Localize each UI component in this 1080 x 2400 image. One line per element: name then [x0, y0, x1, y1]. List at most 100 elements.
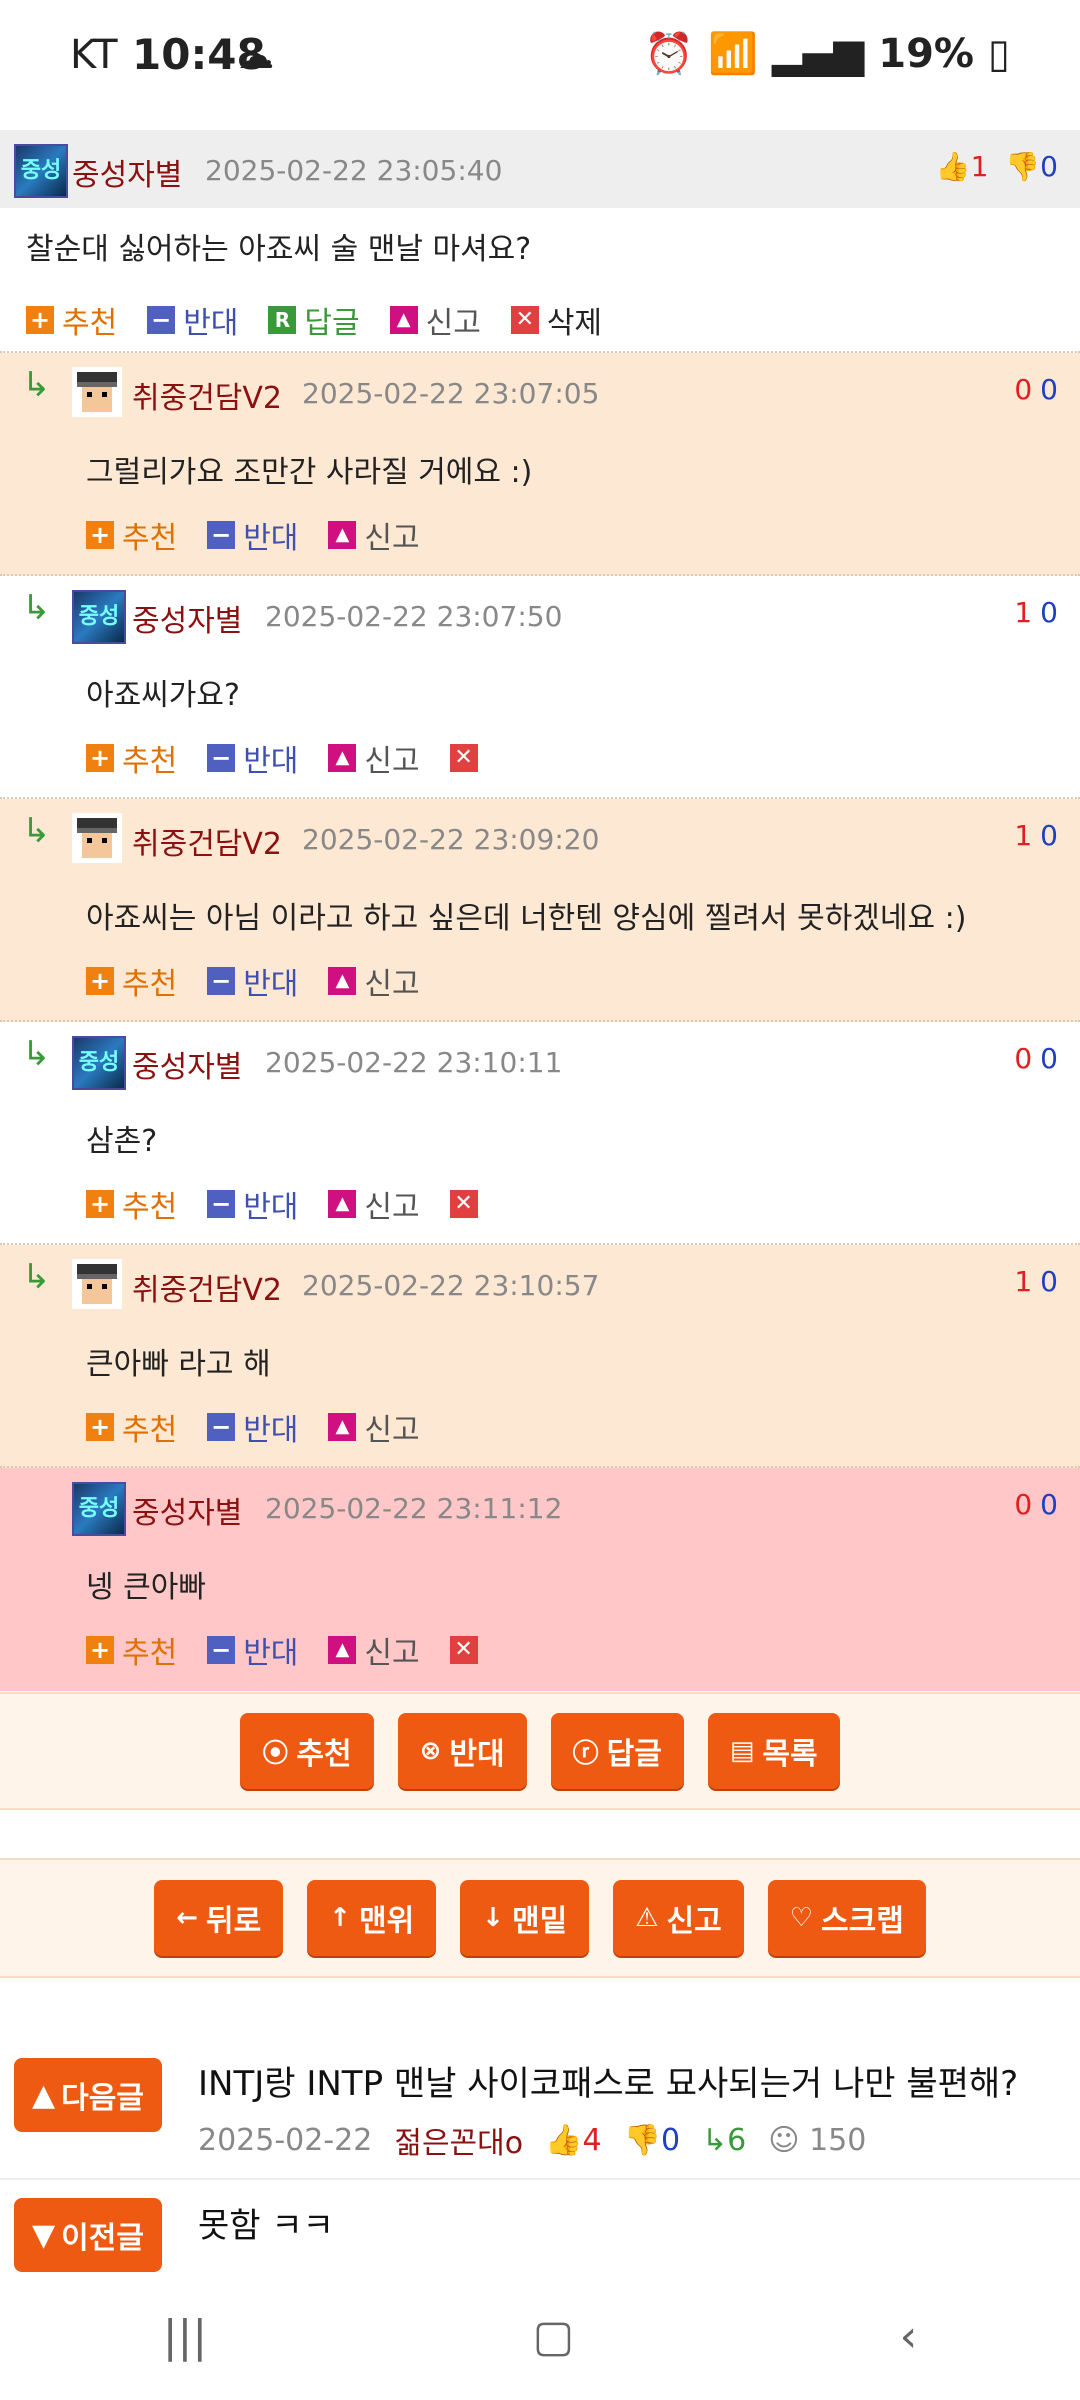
report-button[interactable]: ▲ 신고	[389, 298, 481, 342]
reply-item: ↳ 중성 중성자별 2025-02-22 23:10:11 00 삼촌? + 추천…	[0, 1022, 1080, 1245]
comment-body: 그럴리가요 조만간 사라질 거에요 :)	[86, 455, 533, 490]
reply-item-highlighted: 중성 중성자별 2025-02-22 23:11:12 00 넹 큰아빠 + 추천…	[0, 1468, 1080, 1691]
report-button[interactable]: ▲ 신고	[328, 1182, 420, 1226]
next-post-row[interactable]: ▲ 다음글 INTJ랑 INTP 맨날 사이코패스로 묘사되는거 나만 불편해? …	[0, 2028, 1080, 2180]
recommend-label: 추천	[122, 1190, 178, 1225]
oppose-button[interactable]: − 반대	[207, 1182, 298, 1226]
comment-author[interactable]: 중성자별	[72, 150, 182, 194]
post-oppose-button[interactable]: ⊗ 반대	[397, 1713, 527, 1789]
report-button[interactable]: ▲ 신고	[328, 1405, 420, 1449]
avatar[interactable]: 중성	[72, 1036, 126, 1090]
recommend-button[interactable]: + 추천	[86, 1182, 177, 1226]
comment-author[interactable]: 취중건담V2	[132, 1265, 282, 1309]
post-reply-button[interactable]: ⓡ 답글	[550, 1713, 684, 1789]
delete-x-icon: ✕	[510, 306, 539, 334]
target-icon: ⦿	[262, 1738, 289, 1769]
comment-author[interactable]: 중성자별	[132, 596, 242, 640]
comment-actions: + 추천 − 반대 ▲ 신고	[86, 1405, 450, 1449]
oppose-button[interactable]: − 반대	[207, 1628, 298, 1672]
back-button[interactable]: ← 뒤로	[154, 1880, 284, 1956]
next-post-button[interactable]: ▲ 다음글	[14, 2058, 162, 2132]
recommend-button[interactable]: + 추천	[86, 736, 177, 780]
comment-author[interactable]: 중성자별	[132, 1488, 242, 1532]
oppose-button[interactable]: − 반대	[207, 736, 298, 780]
next-post-down: 0	[660, 2122, 681, 2158]
recommend-button[interactable]: + 추천	[86, 959, 177, 1003]
list-icon: ▤	[729, 1736, 755, 1766]
next-post-label: 다음글	[61, 2081, 144, 2116]
scrap-button[interactable]: ♡ 스크랩	[767, 1880, 926, 1956]
reply-arrow-icon: ↳	[702, 2122, 728, 2158]
recents-icon[interactable]: |||	[163, 2311, 207, 2362]
top-button[interactable]: ↑ 맨위	[307, 1880, 437, 1956]
comment-date: 2025-02-22 23:07:05	[302, 377, 600, 410]
delete-button[interactable]: ✕	[449, 1636, 486, 1664]
avatar[interactable]	[72, 367, 122, 417]
avatar[interactable]	[72, 1259, 122, 1309]
recommend-button[interactable]: + 추천	[86, 1628, 177, 1672]
comment-actions: + 추천 − 반대 ▲ 신고 ✕	[86, 1628, 516, 1672]
post-list-label: 목록	[762, 1737, 818, 1772]
comment-author[interactable]: 취중건담V2	[132, 819, 282, 863]
next-post-author: 젊은꼰대o	[394, 2126, 524, 2161]
reply-r-icon: R	[268, 306, 297, 334]
oppose-button[interactable]: − 반대	[147, 298, 238, 342]
prev-post-title[interactable]: 못함 ㅋㅋ	[198, 2198, 334, 2247]
next-post-title[interactable]: INTJ랑 INTP 맨날 사이코패스로 묘사되는거 나만 불편해?	[198, 2056, 1018, 2105]
home-icon[interactable]: ▢	[533, 2311, 575, 2362]
downvote-count: 0	[1040, 819, 1058, 852]
siren-icon: ▲	[328, 744, 357, 772]
report-label: 신고	[364, 1413, 420, 1448]
warning-icon: ⚠	[635, 1903, 659, 1933]
post-action-bar: ⦿ 추천 ⊗ 반대 ⓡ 답글 ▤ 목록	[0, 1692, 1080, 1810]
triangle-up-icon: ▲	[32, 2077, 56, 2113]
delete-button[interactable]: ✕	[449, 744, 486, 772]
prev-post-label: 이전글	[61, 2221, 144, 2256]
report-button[interactable]: ▲ 신고	[328, 736, 420, 780]
reply-button[interactable]: R 답글	[268, 298, 360, 342]
oppose-button[interactable]: − 반대	[207, 513, 298, 557]
report-button[interactable]: ▲ 신고	[328, 513, 420, 557]
plus-icon: +	[86, 967, 114, 995]
report-button[interactable]: ▲ 신고	[328, 1628, 420, 1672]
upvote-count: 0	[1014, 1042, 1033, 1075]
report-post-button[interactable]: ⚠ 신고	[613, 1880, 744, 1956]
comment-date: 2025-02-22 23:10:11	[265, 1046, 563, 1079]
avatar[interactable]: 중성	[72, 590, 126, 644]
recommend-button[interactable]: + 추천	[26, 298, 117, 342]
recommend-label: 추천	[62, 306, 118, 341]
recommend-button[interactable]: + 추천	[86, 513, 177, 557]
battery-percent: 19%	[878, 30, 974, 77]
alarm-icon: ⏰	[644, 31, 695, 77]
report-label: 신고	[364, 1636, 420, 1671]
delete-button[interactable]: ✕ 삭제	[510, 298, 602, 342]
avatar[interactable]: 중성	[14, 144, 68, 198]
prev-post-button[interactable]: ▼ 이전글	[14, 2198, 162, 2272]
delete-button[interactable]: ✕	[449, 1190, 486, 1218]
oppose-button[interactable]: − 반대	[207, 1405, 298, 1449]
comment-author[interactable]: 취중건담V2	[132, 373, 282, 417]
reply-arrow-icon: ↳	[22, 588, 51, 628]
avatar[interactable]	[72, 813, 122, 863]
prev-post-row[interactable]: ▼ 이전글 못함 ㅋㅋ	[0, 2180, 1080, 2272]
comment-votes: 00	[1014, 1042, 1058, 1075]
report-button[interactable]: ▲ 신고	[328, 959, 420, 1003]
bottom-button[interactable]: ↓ 맨밑	[460, 1880, 590, 1956]
minus-icon: −	[207, 1636, 236, 1664]
comment-body: 아죠씨는 아님 이라고 하고 싶은데 너한텐 양심에 찔려서 못하겠네요 :)	[86, 901, 967, 936]
post-recommend-label: 추천	[296, 1737, 352, 1772]
post-recommend-button[interactable]: ⦿ 추천	[240, 1713, 374, 1789]
oppose-label: 반대	[243, 1190, 299, 1225]
post-list-button[interactable]: ▤ 목록	[707, 1713, 840, 1789]
downvote-count: 0	[1040, 1042, 1058, 1075]
comment-author[interactable]: 중성자별	[132, 1042, 242, 1086]
recommend-button[interactable]: + 추천	[86, 1405, 177, 1449]
delete-x-icon: ✕	[449, 744, 478, 772]
plus-icon: +	[26, 306, 54, 334]
avatar[interactable]: 중성	[72, 1482, 126, 1536]
comment-actions: + 추천 − 반대 R 답글 ▲ 신고 ✕ 삭제	[26, 298, 632, 342]
comment-votes: 10	[1014, 1265, 1058, 1298]
oppose-button[interactable]: − 반대	[207, 959, 298, 1003]
back-icon[interactable]: ‹	[900, 2311, 918, 2362]
minus-icon: −	[207, 1190, 236, 1218]
